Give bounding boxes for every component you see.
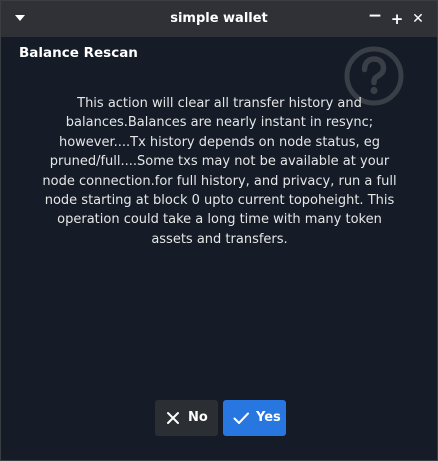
yes-button-label: Yes — [256, 410, 281, 425]
title-bar: simple wallet − + ✕ — [1, 1, 437, 37]
dialog-message: This action will clear all transfer hist… — [42, 96, 397, 247]
app-window: simple wallet − + ✕ Balance Rescan This … — [0, 0, 438, 461]
dialog-heading: Balance Rescan — [19, 45, 138, 61]
close-button[interactable]: ✕ — [410, 10, 426, 28]
no-button[interactable]: No — [155, 400, 218, 436]
yes-button[interactable]: Yes — [223, 400, 286, 436]
no-button-label: No — [188, 410, 208, 425]
minimize-button[interactable]: − — [367, 7, 383, 25]
close-icon — [167, 412, 179, 424]
maximize-button[interactable]: + — [389, 10, 405, 28]
check-icon — [233, 412, 249, 424]
